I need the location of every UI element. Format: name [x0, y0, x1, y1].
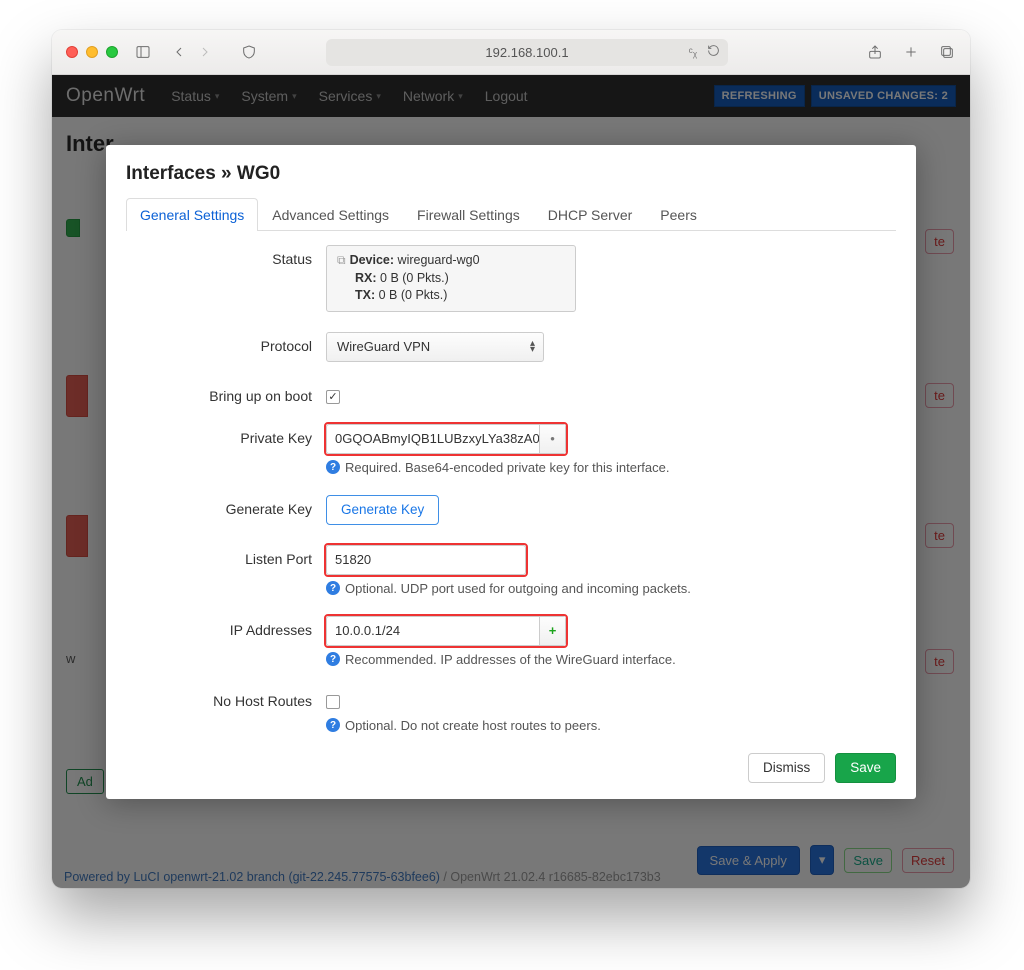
tab-peers[interactable]: Peers [646, 198, 711, 231]
private-key-help: Required. Base64-encoded private key for… [345, 460, 669, 475]
address-bar[interactable]: 192.168.100.1 ᶜᵪ [326, 39, 728, 66]
no-host-routes-checkbox[interactable] [326, 695, 340, 709]
no-host-routes-help: Optional. Do not create host routes to p… [345, 718, 601, 733]
tab-general-settings[interactable]: General Settings [126, 198, 258, 231]
save-button[interactable]: Save [835, 753, 896, 783]
help-icon: ? [326, 460, 340, 474]
listen-port-help: Optional. UDP port used for outgoing and… [345, 581, 691, 596]
interface-modal: Interfaces » WG0 General Settings Advanc… [106, 145, 916, 799]
reload-icon[interactable] [707, 44, 720, 60]
sidebar-toggle-icon[interactable] [134, 43, 152, 61]
listen-port-input[interactable]: 51820 [326, 545, 526, 575]
window-traffic-lights [66, 46, 118, 58]
bringup-checkbox[interactable]: ✓ [326, 390, 340, 404]
forward-icon[interactable] [196, 43, 214, 61]
tabs-icon[interactable] [938, 43, 956, 61]
modal-tabs: General Settings Advanced Settings Firew… [126, 197, 896, 231]
label-private-key: Private Key [126, 424, 326, 446]
label-status: Status [126, 245, 326, 267]
label-ip-addresses: IP Addresses [126, 616, 326, 638]
modal-title: Interfaces » WG0 [126, 163, 896, 185]
add-ip-icon[interactable]: + [539, 617, 565, 645]
app-window: 192.168.100.1 ᶜᵪ OpenWrt Status▾ [52, 30, 970, 888]
dismiss-button[interactable]: Dismiss [748, 753, 825, 783]
listen-port-value: 51820 [335, 552, 517, 567]
tab-advanced-settings[interactable]: Advanced Settings [258, 198, 403, 231]
browser-toolbar: 192.168.100.1 ᶜᵪ [52, 30, 970, 75]
help-icon: ? [326, 718, 340, 732]
close-window-icon[interactable] [66, 46, 78, 58]
label-bringup: Bring up on boot [126, 382, 326, 404]
minimize-window-icon[interactable] [86, 46, 98, 58]
maximize-window-icon[interactable] [106, 46, 118, 58]
generate-key-button[interactable]: Generate Key [326, 495, 439, 525]
share-icon[interactable] [866, 43, 884, 61]
back-icon[interactable] [170, 43, 188, 61]
address-text: 192.168.100.1 [485, 45, 568, 60]
new-tab-icon[interactable] [902, 43, 920, 61]
ip-addresses-help: Recommended. IP addresses of the WireGua… [345, 652, 676, 667]
help-icon: ? [326, 581, 340, 595]
reveal-key-icon[interactable]: • [539, 425, 565, 453]
device-icon: ⧉ [337, 253, 346, 267]
label-generate-key: Generate Key [126, 495, 326, 517]
shield-icon[interactable] [240, 43, 258, 61]
modal-overlay: Interfaces » WG0 General Settings Advanc… [52, 75, 970, 888]
ip-addresses-input[interactable]: 10.0.0.1/24 + [326, 616, 566, 646]
ip-addresses-value: 10.0.0.1/24 [335, 623, 539, 638]
status-box: ⧉Device: wireguard-wg0 RX: 0 B (0 Pkts.)… [326, 245, 576, 312]
tab-dhcp-server[interactable]: DHCP Server [534, 198, 647, 231]
reader-icon[interactable]: ᶜᵪ [689, 45, 697, 59]
label-listen-port: Listen Port [126, 545, 326, 567]
label-protocol: Protocol [126, 332, 326, 354]
modal-footer: Dismiss Save [126, 753, 896, 783]
private-key-input[interactable]: 0GQOABmyIQB1LUBzxyLYa38zA0 • [326, 424, 566, 454]
private-key-value: 0GQOABmyIQB1LUBzxyLYa38zA0 [335, 431, 539, 446]
label-no-host-routes: No Host Routes [126, 687, 326, 709]
help-icon: ? [326, 652, 340, 666]
tab-firewall-settings[interactable]: Firewall Settings [403, 198, 534, 231]
protocol-select[interactable]: WireGuard VPN ▴▾ [326, 332, 544, 362]
page: OpenWrt Status▾ System▾ Services▾ Networ… [52, 75, 970, 888]
select-arrows-icon: ▴▾ [530, 341, 535, 353]
protocol-value: WireGuard VPN [337, 339, 430, 354]
